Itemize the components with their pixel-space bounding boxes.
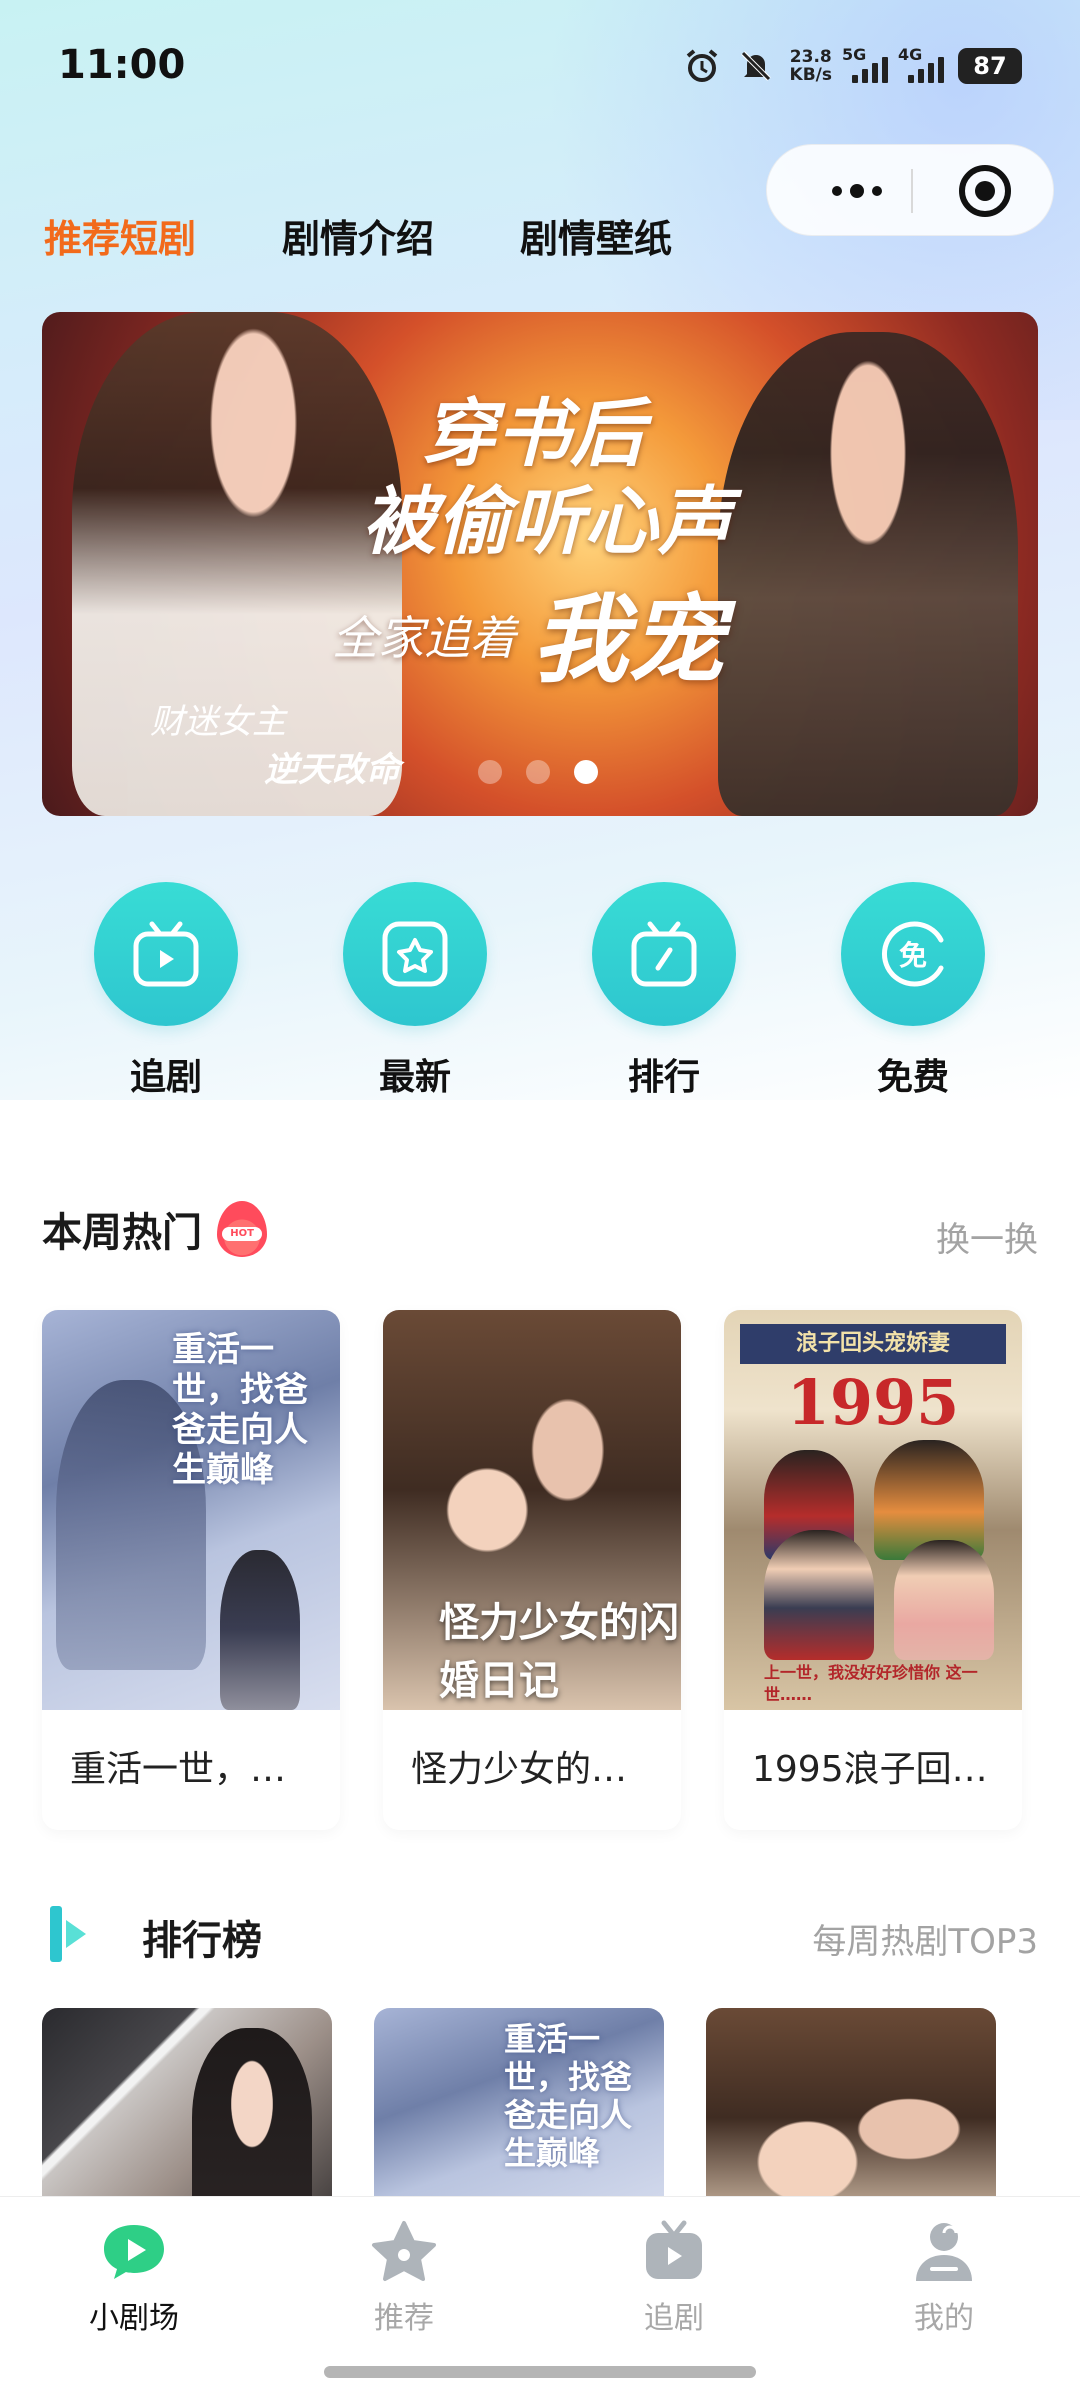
hot-flame-icon: HOT — [217, 1201, 268, 1257]
banner-actor-image — [718, 332, 1018, 816]
hot-cards: 重活一世，找爸爸走向人生巅峰 重活一世，… 怪力少女的闪婚日记 怪力少女的… 浪… — [42, 1310, 1042, 1830]
quick-nav-label: 最新 — [378, 1057, 451, 1098]
free-glyph: 免 — [898, 939, 927, 972]
poster-title-art: 怪力少女的闪婚日记 — [439, 1599, 679, 1704]
banner-tag2: 逆天改命 — [264, 750, 400, 790]
banner-title-line3: 全家追着 — [332, 611, 516, 665]
quick-nav: 追剧 最新 排行 免 免费 — [0, 882, 1080, 1098]
drama-poster: 浪子回头宠娇妻 1995 上一世，我没好好珍惜你 这一世…… — [724, 1310, 1022, 1710]
poster-figure — [220, 1550, 300, 1710]
hot-badge-text: HOT — [222, 1227, 263, 1241]
quick-nav-label: 免费 — [876, 1057, 949, 1098]
ranking-icon — [50, 1906, 90, 1962]
free-badge-icon: 免 — [841, 882, 985, 1026]
target-circle-icon[interactable] — [959, 165, 1011, 217]
nav-recommend[interactable]: 推荐 — [324, 2219, 484, 2337]
status-bar: 11:00 23.8 KB/s 5G 4G 87 — [0, 0, 1080, 140]
miniprogram-capsule — [766, 144, 1054, 236]
hot-section-header: 本周热门 HOT 换一换 — [42, 1200, 1038, 1270]
section-title: 本周热门 — [42, 1210, 202, 1256]
tv-icon — [638, 2219, 710, 2283]
battery-indicator: 87 — [958, 48, 1022, 84]
nav-label: 追剧 — [644, 2301, 704, 2336]
tv-rank-icon — [592, 882, 736, 1026]
tv-play-icon — [94, 882, 238, 1026]
status-icons: 23.8 KB/s 5G 4G 87 — [682, 45, 1022, 86]
signal-4g-icon: 4G — [898, 45, 944, 83]
rank-cards: 重活一世，找爸爸走向人生巅峰 — [42, 2008, 1042, 2198]
poster-title-art: 重活一世，找爸爸走向人生巅峰 — [172, 1330, 308, 1490]
star-square-icon — [343, 882, 487, 1026]
quick-nav-latest[interactable]: 最新 — [340, 882, 490, 1100]
quick-nav-label: 追剧 — [129, 1057, 202, 1098]
signal-5g-label: 5G — [842, 45, 867, 64]
banner-title-line4: 我宠 — [532, 583, 724, 696]
drama-card-title: 1995浪子回… — [752, 1749, 988, 1790]
pagination-dot[interactable] — [478, 760, 502, 784]
rank-subtitle: 每周热剧TOP3 — [812, 1922, 1038, 1962]
star-icon — [368, 2219, 440, 2283]
nav-label: 推荐 — [374, 2301, 434, 2336]
theater-icon — [98, 2219, 170, 2283]
nav-label: 小剧场 — [89, 2301, 179, 2336]
mute-bell-icon — [736, 46, 776, 86]
banner-title-line2: 被偷听心声 — [362, 479, 732, 565]
status-time: 11:00 — [58, 42, 186, 88]
signal-4g-label: 4G — [898, 45, 923, 64]
pagination-dot[interactable] — [526, 760, 550, 784]
signal-5g-icon: 5G — [842, 45, 888, 83]
quick-nav-ranking[interactable]: 排行 — [589, 882, 739, 1100]
hero-banner[interactable]: 穿书后 被偷听心声 全家追着 我宠 财迷女主 逆天改命 — [42, 312, 1038, 816]
nav-label: 我的 — [914, 2301, 974, 2336]
drama-card-title: 重活一世，… — [70, 1749, 287, 1790]
nav-theater[interactable]: 小剧场 — [54, 2219, 214, 2337]
drama-card[interactable]: 怪力少女的闪婚日记 怪力少女的… — [383, 1310, 681, 1830]
rank-section-header: 排行榜 每周热剧TOP3 — [42, 1900, 1038, 1970]
poster-figure — [192, 2028, 312, 2198]
poster-title-art: 重活一世，找爸爸走向人生巅峰 — [504, 2020, 633, 2172]
banner-pagination — [478, 760, 598, 784]
quick-nav-label: 排行 — [627, 1057, 700, 1098]
tab-recommended-dramas[interactable]: 推荐短剧 — [44, 208, 196, 263]
tab-plot-wallpaper[interactable]: 剧情壁纸 — [520, 208, 672, 263]
tab-plot-intro[interactable]: 剧情介绍 — [282, 208, 434, 263]
refresh-button[interactable]: 换一换 — [936, 1212, 1038, 1261]
drama-card[interactable]: 浪子回头宠娇妻 1995 上一世，我没好好珍惜你 这一世…… 1995浪子回… — [724, 1310, 1022, 1830]
pagination-dot-active[interactable] — [574, 760, 598, 784]
drama-card[interactable]: 重活一世，找爸爸走向人生巅峰 重活一世，… — [42, 1310, 340, 1830]
profile-icon — [908, 2219, 980, 2283]
drama-card-title: 怪力少女的… — [411, 1749, 628, 1790]
rank-card[interactable]: 重活一世，找爸爸走向人生巅峰 — [374, 2008, 664, 2198]
capsule-divider — [911, 169, 913, 213]
banner-tag1: 财迷女主 — [150, 702, 286, 742]
more-dots-icon[interactable] — [807, 145, 907, 237]
drama-poster: 怪力少女的闪婚日记 — [383, 1310, 681, 1710]
nav-follow[interactable]: 追剧 — [594, 2219, 754, 2337]
nav-profile[interactable]: 我的 — [864, 2219, 1024, 2337]
alarm-icon — [682, 46, 722, 86]
quick-nav-follow[interactable]: 追剧 — [91, 882, 241, 1100]
poster-banner-text: 浪子回头宠娇妻 — [740, 1324, 1006, 1364]
rank-card[interactable] — [42, 2008, 332, 2198]
top-tabs: 推荐短剧 剧情介绍 剧情壁纸 — [44, 208, 672, 263]
poster-figure — [894, 1540, 994, 1660]
section-title: 排行榜 — [142, 1918, 262, 1964]
poster-tagline: 上一世，我没好好珍惜你 这一世…… — [764, 1663, 978, 1704]
drama-poster: 重活一世，找爸爸走向人生巅峰 — [42, 1310, 340, 1710]
poster-year: 1995 — [786, 1366, 960, 1439]
quick-nav-free[interactable]: 免 免费 — [838, 882, 988, 1100]
net-speed-value: 23.8 — [789, 47, 832, 67]
rank-card[interactable] — [706, 2008, 996, 2198]
net-speed-unit: KB/s — [789, 65, 832, 85]
poster-figure — [764, 1530, 874, 1660]
home-indicator[interactable] — [324, 2366, 756, 2378]
net-speed: 23.8 KB/s — [790, 48, 832, 84]
